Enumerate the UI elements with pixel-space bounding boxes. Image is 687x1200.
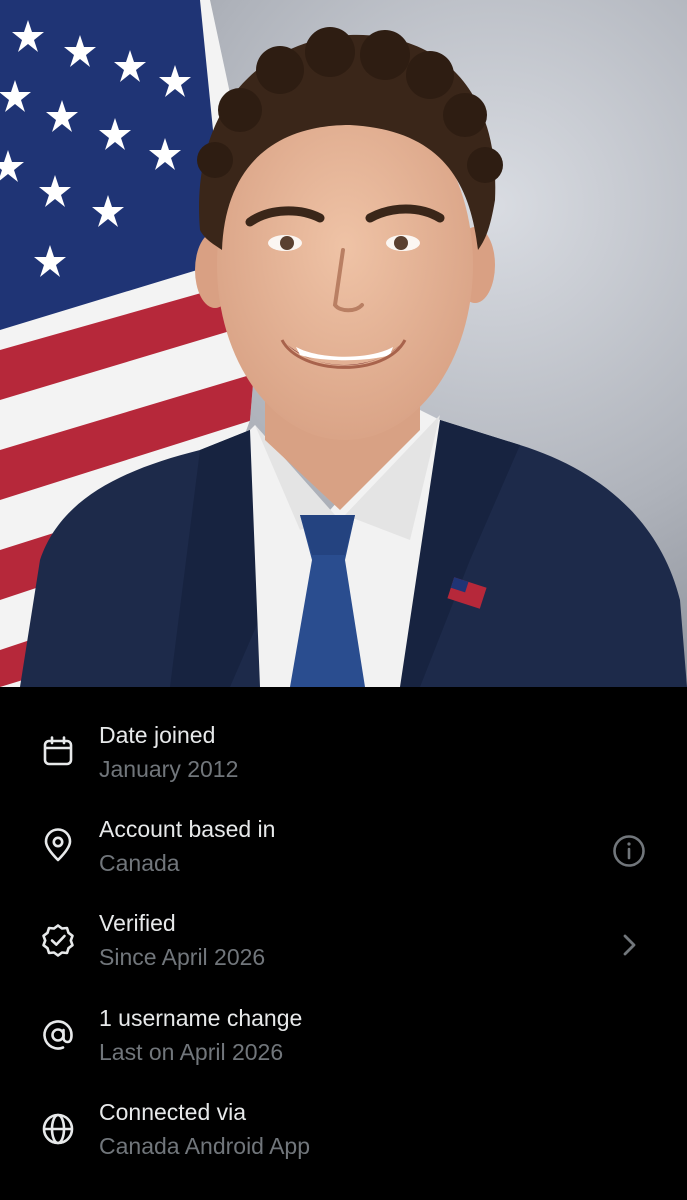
username-change-value: Last on April 2026 — [99, 1039, 284, 1065]
account-based-in-label: Account based in — [99, 816, 276, 842]
row-username-change: 1 username change Last on April 2026 — [0, 1002, 687, 1096]
profile-photo — [0, 0, 687, 687]
chevron-right-icon[interactable] — [609, 925, 649, 965]
verified-badge-icon — [40, 922, 76, 958]
connected-via-label: Connected via — [99, 1099, 247, 1125]
at-sign-icon — [40, 1017, 76, 1053]
row-connected-via: Connected via Canada Android App — [0, 1096, 687, 1190]
date-joined-label: Date joined — [99, 722, 216, 748]
row-verified[interactable]: Verified Since April 2026 — [0, 907, 687, 1001]
calendar-icon — [40, 734, 76, 770]
connected-via-value: Canada Android App — [99, 1133, 311, 1159]
account-info-list: Date joined January 2012 Account based i… — [0, 687, 687, 1200]
verified-label: Verified — [99, 910, 176, 936]
info-icon[interactable] — [609, 831, 649, 871]
globe-icon — [40, 1111, 76, 1147]
date-joined-value: January 2012 — [99, 756, 239, 782]
username-change-label: 1 username change — [99, 1005, 303, 1031]
row-account-based-in: Account based in Canada — [0, 813, 687, 907]
profile-portrait-photo — [0, 0, 687, 687]
account-based-in-value: Canada — [99, 850, 180, 876]
location-pin-icon — [40, 828, 76, 864]
row-date-joined: Date joined January 2012 — [0, 719, 687, 813]
verified-value: Since April 2026 — [99, 944, 266, 970]
